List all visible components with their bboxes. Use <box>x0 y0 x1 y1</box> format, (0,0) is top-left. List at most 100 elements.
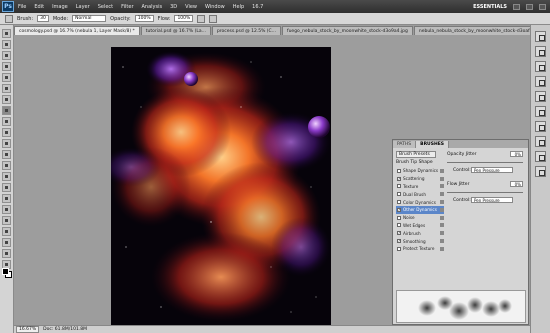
history-panel-icon[interactable] <box>535 136 546 147</box>
clone-stamp-tool-icon[interactable] <box>2 117 11 126</box>
pressure-opacity-icon[interactable] <box>209 14 218 23</box>
brush-option-smoothing[interactable]: ✓ Smoothing <box>396 237 444 245</box>
brush-size-picker[interactable]: 30 <box>37 15 49 22</box>
checkbox-icon[interactable]: ✓ <box>397 239 401 244</box>
control-select-2[interactable]: Pen Pressure <box>471 197 513 203</box>
crop-tool-icon[interactable] <box>2 73 11 82</box>
brush-tool-icon[interactable] <box>2 106 11 115</box>
menu-help[interactable]: Help <box>229 4 248 10</box>
flow-jitter-slider[interactable] <box>447 192 523 193</box>
tab-fuego-nebula[interactable]: fuego_nebula_stock_by_moonwhite_stock-d3… <box>282 26 413 35</box>
checkbox-icon[interactable] <box>397 192 401 197</box>
masks-panel-icon[interactable] <box>535 91 546 102</box>
type-tool-icon[interactable] <box>2 194 11 203</box>
lock-icon[interactable] <box>440 207 444 212</box>
clone-source-panel-icon[interactable] <box>535 166 546 177</box>
status-zoom[interactable]: 16.67% <box>16 326 40 333</box>
checkbox-icon[interactable] <box>397 168 401 173</box>
brush-option-scattering[interactable]: ✓ Scattering <box>396 175 444 183</box>
flow-field[interactable]: 100% <box>174 15 194 22</box>
airbrush-toggle-icon[interactable] <box>197 14 206 23</box>
brush-tip-shape-item[interactable]: Brush Tip Shape <box>396 160 433 165</box>
opacity-jitter-field[interactable]: 0% <box>510 151 523 157</box>
menu-file[interactable]: File <box>14 4 30 10</box>
tab-brushes[interactable]: BRUSHES <box>416 141 450 148</box>
checkbox-icon[interactable] <box>397 246 401 251</box>
3d-rotate-tool-icon[interactable] <box>2 227 11 236</box>
opacity-field[interactable]: 100% <box>134 15 154 22</box>
mode-select[interactable]: Normal <box>72 15 107 22</box>
marquee-tool-icon[interactable] <box>2 40 11 49</box>
blur-tool-icon[interactable] <box>2 161 11 170</box>
checkbox-icon[interactable]: ✓ <box>397 207 401 212</box>
brush-option-noise[interactable]: Noise <box>396 214 444 222</box>
brush-option-dual-brush[interactable]: Dual Brush <box>396 190 444 198</box>
lasso-tool-icon[interactable] <box>2 51 11 60</box>
quick-select-tool-icon[interactable] <box>2 62 11 71</box>
brushes-panel-icon[interactable] <box>535 151 546 162</box>
shape-tool-icon[interactable] <box>2 216 11 225</box>
path-select-tool-icon[interactable] <box>2 205 11 214</box>
checkbox-icon[interactable] <box>397 223 401 228</box>
history-brush-tool-icon[interactable] <box>2 128 11 137</box>
foreground-color-swatch[interactable] <box>2 268 9 275</box>
menu-3d[interactable]: 3D <box>166 4 181 10</box>
menu-window[interactable]: Window <box>201 4 229 10</box>
lock-icon[interactable] <box>440 200 444 205</box>
document-canvas[interactable] <box>111 47 331 325</box>
lock-icon[interactable] <box>440 223 444 228</box>
layers-panel-icon[interactable] <box>535 106 546 117</box>
zoom-level-menu[interactable]: 16.7 <box>248 4 267 10</box>
tab-tutorial[interactable]: tutorial.psd @ 16.7% (La... <box>140 26 211 35</box>
tab-nebula-stock[interactable]: nebula_nebula_stock_by_moonwhite_stock-d… <box>413 26 530 35</box>
menu-layer[interactable]: Layer <box>72 4 94 10</box>
status-doc-size[interactable]: Doc: 61.8M/101.8M <box>43 327 87 332</box>
menu-view[interactable]: View <box>181 4 201 10</box>
checkbox-icon[interactable]: ✓ <box>397 176 401 181</box>
maximize-icon[interactable] <box>526 3 533 10</box>
lock-icon[interactable] <box>440 168 444 173</box>
checkbox-icon[interactable] <box>397 215 401 220</box>
swatches-panel-icon[interactable] <box>535 46 546 57</box>
close-icon[interactable] <box>539 3 546 10</box>
dodge-tool-icon[interactable] <box>2 172 11 181</box>
channels-panel-icon[interactable] <box>535 121 546 132</box>
brush-option-wet-edges[interactable]: Wet Edges <box>396 222 444 230</box>
minimize-icon[interactable] <box>513 3 520 10</box>
checkbox-icon[interactable] <box>397 184 401 189</box>
3d-camera-tool-icon[interactable] <box>2 238 11 247</box>
checkbox-icon[interactable]: ✓ <box>397 231 401 236</box>
brush-option-other-dynamics[interactable]: ✓ Other Dynamics <box>396 205 444 214</box>
checkbox-icon[interactable] <box>397 200 401 205</box>
gradient-tool-icon[interactable] <box>2 150 11 159</box>
lock-icon[interactable] <box>440 246 444 251</box>
menu-edit[interactable]: Edit <box>30 4 48 10</box>
eyedropper-tool-icon[interactable] <box>2 84 11 93</box>
menu-filter[interactable]: Filter <box>117 4 137 10</box>
lock-icon[interactable] <box>440 239 444 244</box>
brush-option-airbrush[interactable]: ✓ Airbrush <box>396 229 444 237</box>
lock-icon[interactable] <box>440 184 444 189</box>
menu-analysis[interactable]: Analysis <box>138 4 167 10</box>
workspace-switcher[interactable]: ESSENTIALS <box>473 4 507 10</box>
pen-tool-icon[interactable] <box>2 183 11 192</box>
control-select-1[interactable]: Pen Pressure <box>471 167 513 173</box>
healing-tool-icon[interactable] <box>2 95 11 104</box>
tab-process[interactable]: process.psd @ 12.5% (C... <box>211 26 281 35</box>
tab-paths[interactable]: PATHS <box>393 141 417 148</box>
tab-cosmology[interactable]: cosmology.psd @ 16.7% (nebula 1, Layer M… <box>14 26 140 35</box>
eraser-tool-icon[interactable] <box>2 139 11 148</box>
adjustments-panel-icon[interactable] <box>535 76 546 87</box>
lock-icon[interactable] <box>440 176 444 181</box>
lock-icon[interactable] <box>440 215 444 220</box>
color-panel-icon[interactable] <box>535 31 546 42</box>
brush-option-texture[interactable]: Texture <box>396 183 444 191</box>
lock-icon[interactable] <box>440 192 444 197</box>
menu-select[interactable]: Select <box>94 4 117 10</box>
move-tool-icon[interactable] <box>2 29 11 38</box>
brush-option-protect-texture[interactable]: Protect Texture <box>396 245 444 253</box>
menu-image[interactable]: Image <box>48 4 72 10</box>
brush-option-color-dynamics[interactable]: Color Dynamics <box>396 198 444 206</box>
opacity-jitter-slider[interactable] <box>447 162 523 163</box>
lock-icon[interactable] <box>440 231 444 236</box>
